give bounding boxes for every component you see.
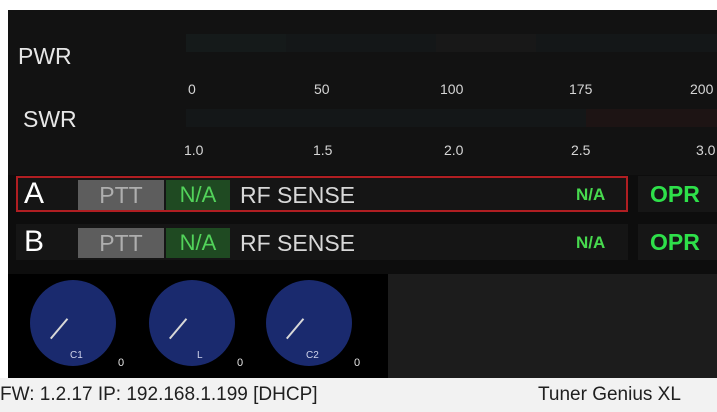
radio-row-a-body[interactable]: A PTT N/A RF SENSE N/A bbox=[16, 176, 628, 212]
radio-row-b[interactable]: B PTT N/A RF SENSE N/A OPR bbox=[16, 224, 717, 260]
tuning-knob-panel: C1 0 L 0 C2 0 bbox=[8, 274, 388, 378]
ptt-indicator: PTT bbox=[78, 180, 164, 210]
knob-needle bbox=[169, 318, 188, 340]
c2-knob[interactable]: C2 bbox=[266, 280, 352, 366]
knob-value: 0 bbox=[237, 357, 244, 369]
knob-value: 0 bbox=[118, 357, 125, 369]
swr-tick: 2.0 bbox=[444, 142, 464, 158]
firmware-ip-info: FW: 1.2.17 IP: 192.168.1.199 [DHCP] bbox=[0, 384, 318, 405]
frequency-readout: N/A bbox=[576, 233, 606, 252]
tuner-app-window: PWR 0 50 100 175 200 SWR 1.0 1.5 2.0 2.5… bbox=[8, 10, 717, 378]
knob-needle bbox=[50, 318, 69, 340]
swr-label: SWR bbox=[23, 106, 77, 132]
radio-status-badge: N/A bbox=[166, 180, 230, 210]
pwr-meter-bar bbox=[186, 34, 717, 52]
l-knob[interactable]: L bbox=[149, 280, 235, 366]
pwr-zone-low bbox=[186, 34, 286, 52]
knob-value: 0 bbox=[354, 357, 361, 369]
knob-label: L bbox=[197, 350, 203, 361]
pwr-tick: 50 bbox=[314, 81, 330, 97]
knob-label: C2 bbox=[306, 350, 319, 361]
swr-zone-high bbox=[586, 109, 717, 127]
radio-mode-label: RF SENSE bbox=[240, 230, 356, 256]
knob-label: C1 bbox=[70, 350, 83, 361]
status-bar: FW: 1.2.17 IP: 192.168.1.199 [DHCP] Tune… bbox=[0, 378, 717, 412]
radio-row-b-body[interactable]: B PTT N/A RF SENSE N/A bbox=[16, 224, 628, 260]
swr-meter-bar bbox=[186, 109, 717, 127]
frequency-readout: N/A bbox=[576, 185, 606, 204]
swr-tick: 1.5 bbox=[313, 142, 333, 158]
pwr-tick: 175 bbox=[569, 81, 593, 97]
opr-button[interactable]: OPR bbox=[638, 176, 717, 212]
radio-mode-label: RF SENSE bbox=[240, 182, 356, 208]
c1-knob[interactable]: C1 bbox=[30, 280, 116, 366]
meter-panel: PWR 0 50 100 175 200 SWR 1.0 1.5 2.0 2.5… bbox=[8, 10, 717, 175]
radio-row-a[interactable]: A PTT N/A RF SENSE N/A OPR bbox=[16, 176, 717, 212]
pwr-tick: 200 bbox=[690, 81, 714, 97]
pwr-tick: 0 bbox=[188, 81, 196, 97]
empty-panel bbox=[388, 274, 717, 378]
device-name: Tuner Genius XL bbox=[538, 384, 681, 405]
swr-tick: 3.0 bbox=[696, 142, 716, 158]
radio-status-badge: N/A bbox=[166, 228, 230, 258]
radio-letter: B bbox=[24, 225, 45, 258]
pwr-label: PWR bbox=[18, 43, 72, 69]
pwr-zone-mid bbox=[436, 34, 536, 52]
radio-letter: A bbox=[24, 177, 45, 210]
ptt-indicator: PTT bbox=[78, 228, 164, 258]
pwr-tick: 100 bbox=[440, 81, 464, 97]
swr-tick: 1.0 bbox=[184, 142, 204, 158]
swr-tick: 2.5 bbox=[571, 142, 591, 158]
opr-button[interactable]: OPR bbox=[638, 224, 717, 260]
knob-needle bbox=[286, 318, 305, 340]
